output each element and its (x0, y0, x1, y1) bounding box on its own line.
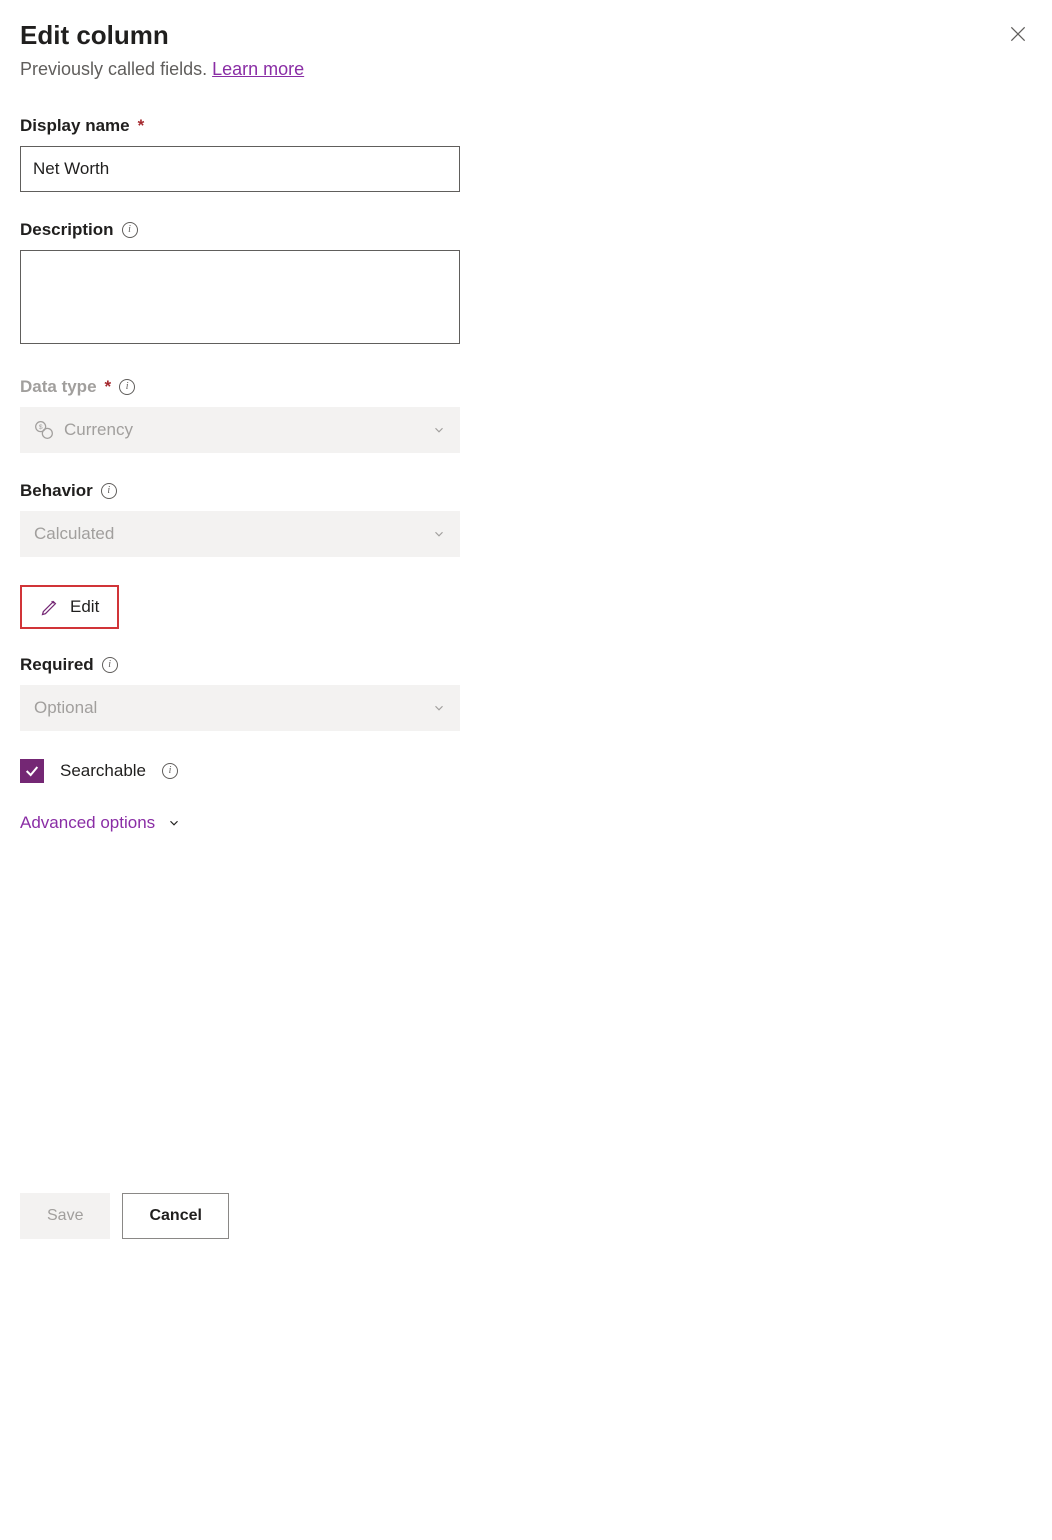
searchable-field: Searchable i (20, 759, 1032, 783)
behavior-select: Calculated (20, 511, 460, 557)
chevron-down-icon (167, 816, 181, 830)
searchable-checkbox[interactable] (20, 759, 44, 783)
required-label: Required (20, 655, 94, 675)
pencil-icon (40, 597, 60, 617)
panel-footer: Save Cancel (20, 1193, 1032, 1239)
behavior-label: Behavior (20, 481, 93, 501)
required-star: * (105, 377, 112, 397)
description-input[interactable] (20, 250, 460, 344)
save-button: Save (20, 1193, 110, 1239)
behavior-value: Calculated (34, 524, 114, 544)
required-field: Required i Optional (20, 655, 460, 731)
data-type-label: Data type (20, 377, 97, 397)
panel-header: Edit column (20, 20, 1032, 53)
description-field: Description i (20, 220, 460, 349)
required-star: * (138, 116, 145, 136)
checkmark-icon (24, 763, 40, 779)
chevron-down-icon (432, 701, 446, 715)
learn-more-link[interactable]: Learn more (212, 59, 304, 79)
close-icon (1008, 24, 1028, 44)
edit-behavior-button[interactable]: Edit (20, 585, 119, 629)
display-name-field: Display name * (20, 116, 460, 192)
info-icon[interactable]: i (119, 379, 135, 395)
chevron-down-icon (432, 527, 446, 541)
info-icon[interactable]: i (101, 483, 117, 499)
info-icon[interactable]: i (122, 222, 138, 238)
data-type-field: Data type * i $ Currency (20, 377, 460, 453)
chevron-down-icon (432, 423, 446, 437)
info-icon[interactable]: i (162, 763, 178, 779)
currency-icon: $ (34, 420, 54, 440)
display-name-input[interactable] (20, 146, 460, 192)
searchable-label: Searchable (60, 761, 146, 781)
data-type-value: Currency (64, 420, 133, 440)
data-type-select: $ Currency (20, 407, 460, 453)
panel-subtitle: Previously called fields. Learn more (20, 59, 1032, 80)
required-value: Optional (34, 698, 97, 718)
display-name-label: Display name (20, 116, 130, 136)
info-icon[interactable]: i (102, 657, 118, 673)
cancel-button[interactable]: Cancel (122, 1193, 228, 1239)
description-label: Description (20, 220, 114, 240)
close-button[interactable] (1004, 20, 1032, 53)
svg-text:$: $ (39, 424, 43, 431)
behavior-field: Behavior i Calculated (20, 481, 460, 557)
edit-column-panel: Edit column Previously called fields. Le… (20, 20, 1032, 1239)
required-select: Optional (20, 685, 460, 731)
panel-title: Edit column (20, 20, 169, 51)
advanced-options-toggle[interactable]: Advanced options (20, 813, 181, 833)
